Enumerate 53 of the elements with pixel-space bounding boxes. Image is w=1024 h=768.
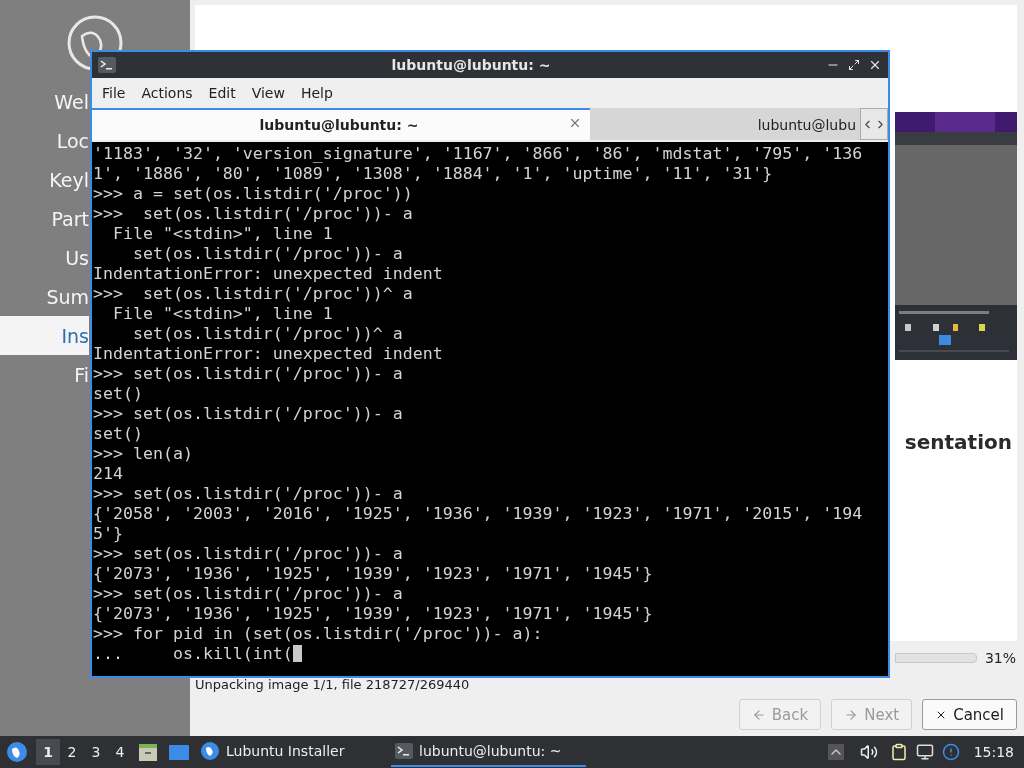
- sidebar-item[interactable]: Fi: [0, 355, 89, 394]
- sidebar-item[interactable]: Sum: [0, 277, 89, 316]
- menu-item[interactable]: View: [243, 85, 293, 101]
- menu-item[interactable]: File: [94, 85, 134, 101]
- terminal-line: >>> set(os.listdir('/proc'))^ a: [93, 284, 414, 304]
- terminal-line: set(os.listdir('/proc'))- a: [131, 244, 404, 264]
- terminal-line: 214: [93, 464, 124, 484]
- sidebar-item[interactable]: Loc: [0, 121, 89, 160]
- terminal-line: >>> set(os.listdir('/proc'))- a: [93, 584, 404, 604]
- terminal-line: >>> set(os.listdir('/proc'))- a: [93, 204, 414, 224]
- menu-item[interactable]: Edit: [200, 85, 244, 101]
- terminal-line: set(os.listdir('/proc'))^ a: [131, 324, 404, 344]
- workspace-switcher[interactable]: 4: [108, 739, 132, 765]
- terminal-line: 5'}: [93, 524, 124, 544]
- terminal-tab[interactable]: lubuntu@lubu: [590, 108, 860, 140]
- workspace-switcher[interactable]: 2: [60, 739, 84, 765]
- taskbar-button[interactable]: Lubuntu Installer: [196, 737, 391, 767]
- workspace-switcher[interactable]: 1: [36, 739, 60, 765]
- status-text: Unpacking image 1/1, file 218727/269440: [195, 677, 471, 694]
- terminal-line: '1183', '32', 'version_signature', '1167', '866', '86', 'mdstat', '795', '136: [93, 144, 864, 164]
- terminal-line: File "<stdin>", line 1: [111, 224, 334, 244]
- cancel-button[interactable]: Cancel: [922, 699, 1017, 730]
- terminal-line: >>> set(os.listdir('/proc'))- a: [93, 544, 404, 564]
- terminal-line: File "<stdin>", line 1: [111, 304, 334, 324]
- clock[interactable]: 15:18: [973, 744, 1014, 760]
- terminal-line: ... os.kill(int(: [93, 644, 888, 664]
- terminal-line: >>> set(os.listdir('/proc'))- a: [93, 404, 404, 424]
- terminal-line: >>> len(a): [93, 444, 194, 464]
- terminal-line: set(): [93, 424, 144, 444]
- sidebar-item[interactable]: Ins: [0, 316, 89, 355]
- sidebar-item[interactable]: Part: [0, 199, 89, 238]
- terminal-line: >>> set(os.listdir('/proc'))- a: [93, 484, 404, 504]
- window-title: lubuntu@lubuntu: ~: [390, 57, 552, 73]
- terminal-tab[interactable]: lubuntu@lubuntu: ~: [92, 108, 590, 140]
- sidebar-item[interactable]: Us: [0, 238, 89, 277]
- terminal-line: {'2073', '1936', '1925', '1939', '1923', '1971', '1945'}: [93, 604, 654, 624]
- terminal-line: 1', '1886', '80', '1089', '1308', '1884', '1', 'uptime', '11', '31'}: [93, 164, 774, 184]
- terminal-line: {'2058', '2003', '2016', '1925', '1936', '1939', '1923', '1971', '2015', '194: [93, 504, 864, 524]
- terminal-line: >>> set(os.listdir('/proc'))- a: [93, 364, 404, 384]
- menu-item[interactable]: Actions: [133, 85, 201, 101]
- slide-heading: sentation: [904, 430, 1012, 454]
- menu-item[interactable]: Help: [292, 85, 341, 101]
- terminal-line: >>> for pid in (set(os.listdir('/proc'))- a):: [93, 624, 544, 644]
- terminal-line: set(): [93, 384, 144, 404]
- terminal-line: IndentationError: unexpected indent: [93, 264, 444, 284]
- sidebar-item[interactable]: Wel: [0, 82, 89, 121]
- taskbar-button[interactable]: lubuntu@lubuntu: ~: [391, 737, 586, 767]
- terminal-line: {'2073', '1936', '1925', '1939', '1923', '1971', '1945'}: [93, 564, 654, 584]
- workspace-switcher[interactable]: 3: [84, 739, 108, 765]
- progress-reading: 31%: [984, 650, 1016, 666]
- terminal-line: >>> a = set(os.listdir('/proc')): [93, 184, 414, 204]
- terminal-line: IndentationError: unexpected indent: [93, 344, 444, 364]
- sidebar-item[interactable]: Keyl: [0, 160, 89, 199]
